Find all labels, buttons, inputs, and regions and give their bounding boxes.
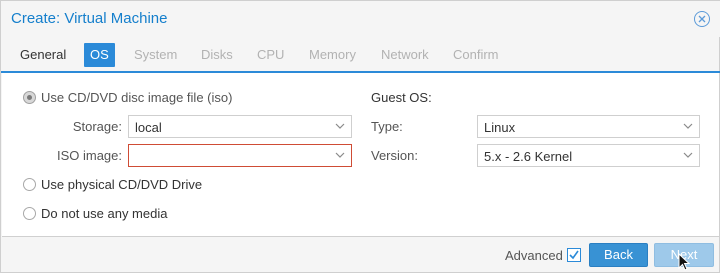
chevron-down-icon bbox=[335, 152, 345, 158]
iso-image-combo[interactable] bbox=[128, 144, 352, 167]
tab-disks[interactable]: Disks bbox=[201, 43, 233, 67]
advanced-label: Advanced bbox=[505, 248, 563, 263]
tab-cpu[interactable]: CPU bbox=[257, 43, 284, 67]
tab-memory[interactable]: Memory bbox=[309, 43, 356, 67]
radio-physical-drive[interactable]: Use physical CD/DVD Drive bbox=[23, 177, 202, 192]
radio-button[interactable] bbox=[23, 207, 36, 220]
back-button[interactable]: Back bbox=[589, 243, 648, 267]
storage-combo[interactable]: local bbox=[128, 115, 352, 138]
chevron-down-icon bbox=[335, 123, 345, 129]
chevron-down-icon bbox=[683, 123, 693, 129]
tab-confirm[interactable]: Confirm bbox=[453, 43, 499, 67]
radio-no-media-label: Do not use any media bbox=[41, 206, 168, 221]
guest-os-title: Guest OS: bbox=[371, 90, 432, 105]
radio-button-checked[interactable] bbox=[23, 91, 36, 104]
radio-physical-drive-label: Use physical CD/DVD Drive bbox=[41, 177, 203, 192]
iso-image-label: ISO image: bbox=[56, 148, 122, 163]
guest-version-value: 5.x - 2.6 Kernel bbox=[484, 149, 573, 164]
close-icon bbox=[698, 15, 706, 23]
guest-type-combo[interactable]: Linux bbox=[477, 115, 700, 138]
mouse-cursor-icon bbox=[678, 253, 690, 271]
close-button[interactable] bbox=[694, 11, 710, 27]
radio-use-iso[interactable]: Use CD/DVD disc image file (iso) bbox=[23, 90, 232, 105]
chevron-down-icon bbox=[683, 152, 693, 158]
guest-version-combo[interactable]: 5.x - 2.6 Kernel bbox=[477, 144, 700, 167]
checkmark-icon bbox=[569, 250, 579, 260]
tab-os[interactable]: OS bbox=[84, 43, 115, 67]
advanced-checkbox[interactable] bbox=[567, 248, 581, 262]
tab-system[interactable]: System bbox=[134, 43, 177, 67]
create-vm-dialog: Create: Virtual Machine General OS Syste… bbox=[0, 0, 720, 273]
tab-general[interactable]: General bbox=[20, 43, 66, 67]
dialog-header: Create: Virtual Machine bbox=[1, 1, 720, 37]
tab-network[interactable]: Network bbox=[381, 43, 429, 67]
type-label: Type: bbox=[371, 119, 403, 134]
storage-value: local bbox=[135, 120, 162, 135]
radio-no-media[interactable]: Do not use any media bbox=[23, 206, 167, 221]
radio-button[interactable] bbox=[23, 178, 36, 191]
wizard-tabs: General OS System Disks CPU Memory Netwo… bbox=[1, 41, 720, 69]
dialog-title: Create: Virtual Machine bbox=[11, 10, 168, 27]
guest-type-value: Linux bbox=[484, 120, 516, 135]
version-label: Version: bbox=[371, 148, 418, 163]
radio-use-iso-label: Use CD/DVD disc image file (iso) bbox=[41, 90, 233, 105]
storage-label: Storage: bbox=[72, 119, 122, 134]
os-panel: Use CD/DVD disc image file (iso) Storage… bbox=[2, 73, 719, 237]
